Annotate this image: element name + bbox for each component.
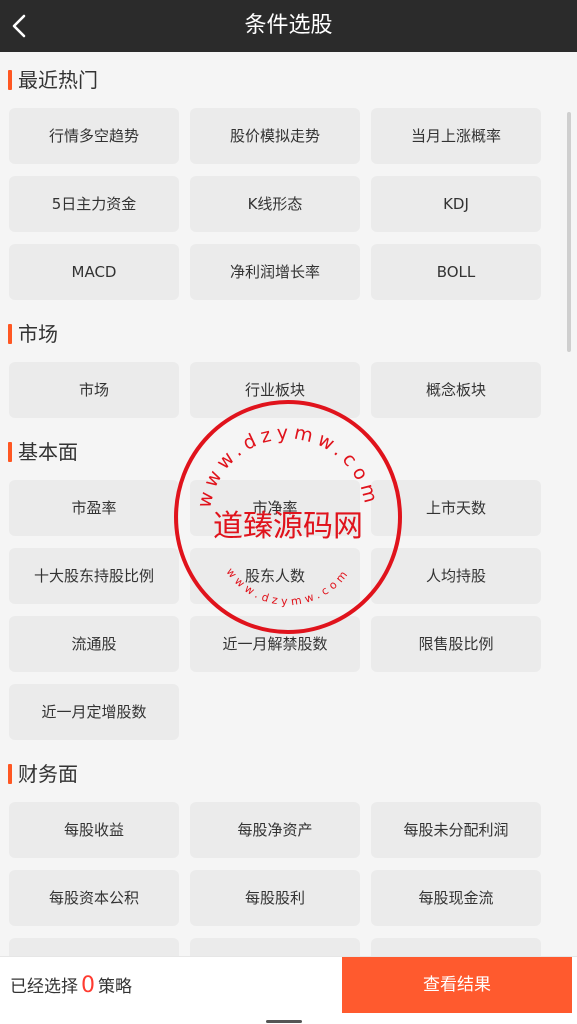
- strategy-chip[interactable]: 行业板块: [190, 362, 360, 418]
- selected-count: 0: [81, 973, 95, 998]
- strategy-chip[interactable]: 市盈率: [9, 480, 179, 536]
- strategy-chip-partial[interactable]: [9, 938, 179, 956]
- strategy-chip[interactable]: 概念板块: [371, 362, 541, 418]
- scrollbar-thumb[interactable]: [567, 112, 571, 352]
- section-title: 财务面: [8, 760, 78, 788]
- strategy-chip[interactable]: 行情多空趋势: [9, 108, 179, 164]
- selected-prefix: 已经选择: [10, 977, 78, 997]
- footer-bar: 已经选择 0 策略 查看结果: [0, 956, 577, 1024]
- strategy-chip[interactable]: 每股未分配利润: [371, 802, 541, 858]
- strategy-chip[interactable]: BOLL: [371, 244, 541, 300]
- strategy-list[interactable]: 最近热门 行情多空趋势 股价模拟走势 当月上涨概率 5日主力资金 K线形态 KD…: [0, 52, 577, 956]
- section-title: 基本面: [8, 438, 78, 466]
- view-results-button[interactable]: 查看结果: [342, 957, 572, 1013]
- strategy-chip[interactable]: 每股收益: [9, 802, 179, 858]
- strategy-chip[interactable]: 每股股利: [190, 870, 360, 926]
- strategy-chip[interactable]: K线形态: [190, 176, 360, 232]
- strategy-chip[interactable]: 近一月解禁股数: [190, 616, 360, 672]
- strategy-chip[interactable]: 当月上涨概率: [371, 108, 541, 164]
- strategy-chip[interactable]: 上市天数: [371, 480, 541, 536]
- strategy-chip[interactable]: 股价模拟走势: [190, 108, 360, 164]
- strategy-chip[interactable]: 净利润增长率: [190, 244, 360, 300]
- strategy-chip[interactable]: 流通股: [9, 616, 179, 672]
- strategy-chip[interactable]: 5日主力资金: [9, 176, 179, 232]
- strategy-chip[interactable]: 每股资本公积: [9, 870, 179, 926]
- strategy-chip[interactable]: 十大股东持股比例: [9, 548, 179, 604]
- strategy-chip[interactable]: 限售股比例: [371, 616, 541, 672]
- strategy-chip[interactable]: KDJ: [371, 176, 541, 232]
- strategy-chip-partial[interactable]: [190, 938, 360, 956]
- selected-summary: 已经选择 0 策略: [10, 957, 132, 1015]
- strategy-chip[interactable]: 每股现金流: [371, 870, 541, 926]
- strategy-chip[interactable]: 股东人数: [190, 548, 360, 604]
- section-title: 最近热门: [8, 66, 98, 94]
- strategy-chip[interactable]: 近一月定增股数: [9, 684, 179, 740]
- strategy-chip-partial[interactable]: [371, 938, 541, 956]
- strategy-chip[interactable]: 每股净资产: [190, 802, 360, 858]
- selected-suffix: 策略: [98, 977, 132, 997]
- strategy-chip[interactable]: 市净率: [190, 480, 360, 536]
- section-title: 市场: [8, 320, 58, 348]
- header-bar: 条件选股: [0, 0, 577, 52]
- strategy-chip[interactable]: 市场: [9, 362, 179, 418]
- strategy-chip[interactable]: 人均持股: [371, 548, 541, 604]
- screen: 条件选股 最近热门 行情多空趋势 股价模拟走势 当月上涨概率 5日主力资金 K线…: [0, 0, 577, 1024]
- page-title: 条件选股: [244, 13, 333, 38]
- strategy-chip[interactable]: MACD: [9, 244, 179, 300]
- home-indicator: [266, 1020, 302, 1023]
